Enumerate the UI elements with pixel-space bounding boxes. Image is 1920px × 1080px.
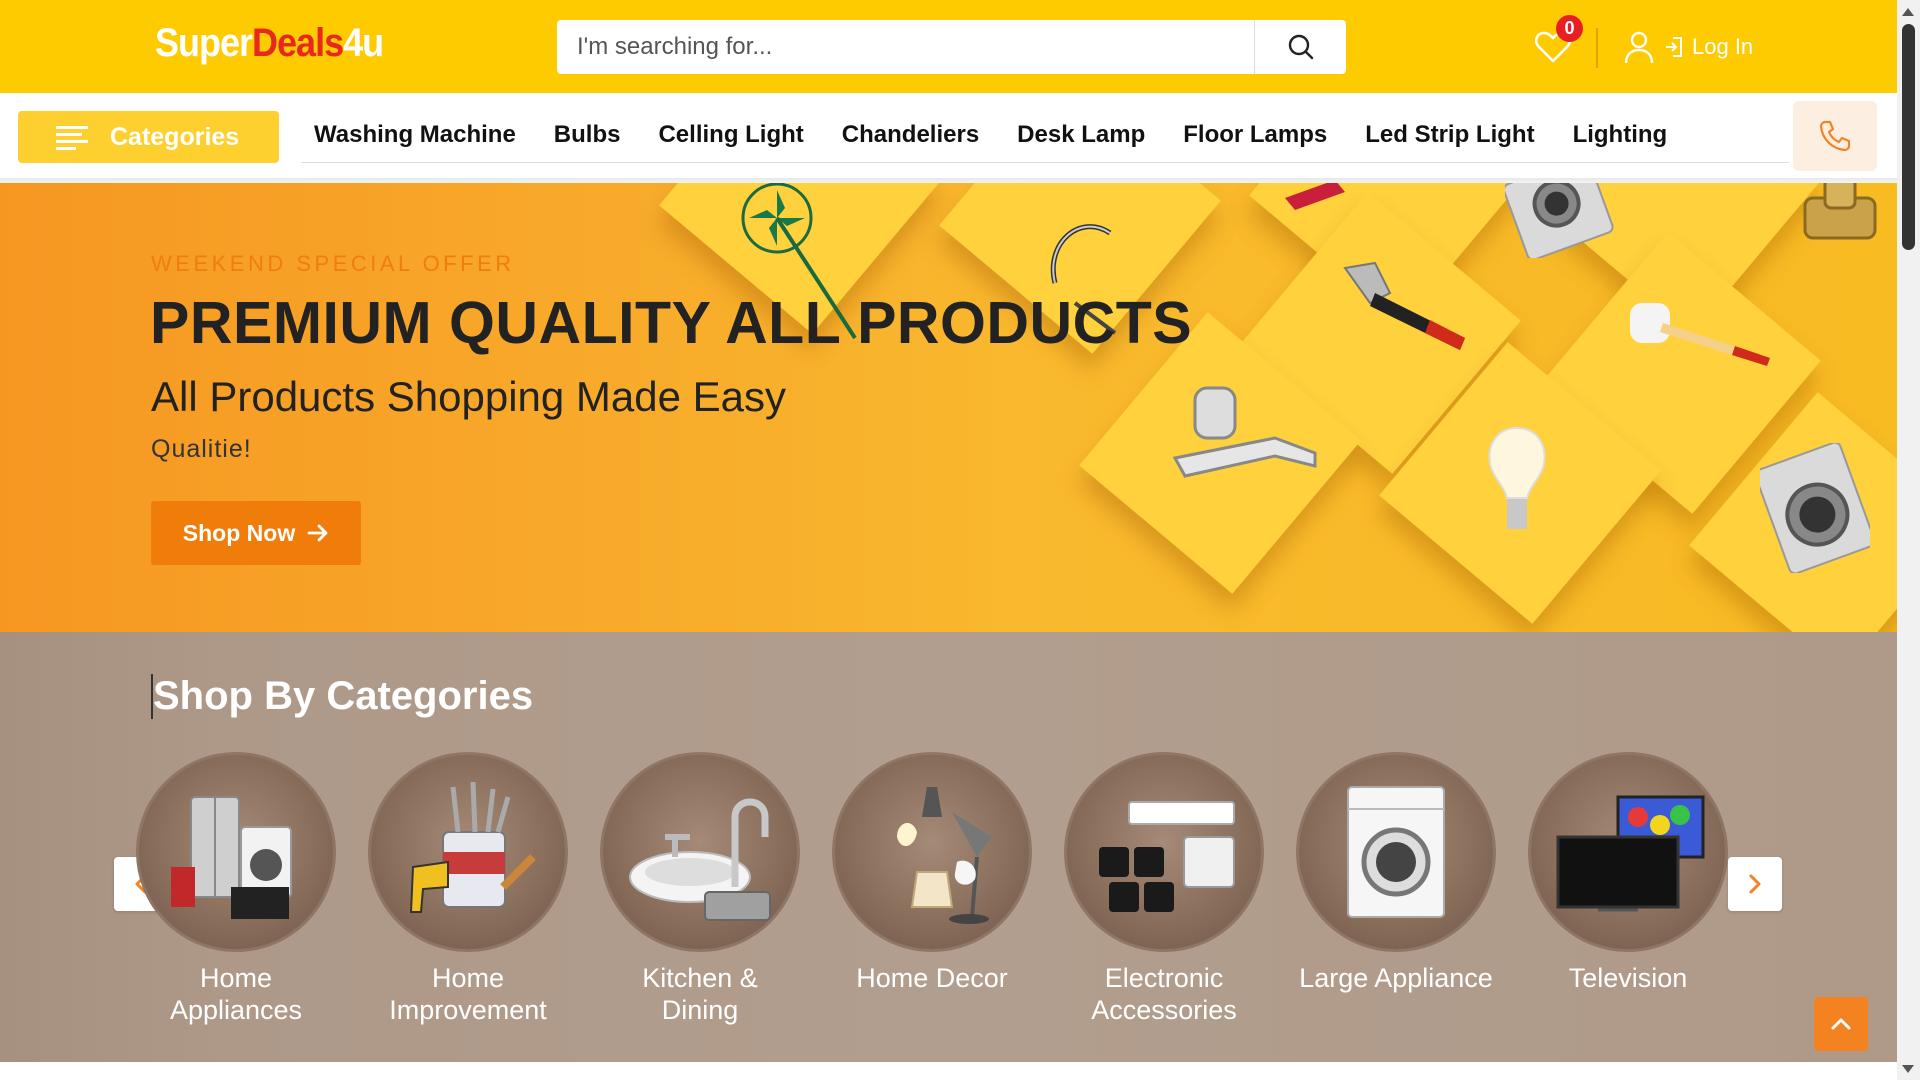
category-image bbox=[1064, 752, 1264, 952]
section-title: Shop By Categories bbox=[151, 674, 534, 719]
nav-link-bulbs[interactable]: Bulbs bbox=[541, 121, 645, 149]
category-large-appliance[interactable]: Large Appliance bbox=[1280, 752, 1512, 994]
category-label: Home Decor bbox=[816, 962, 1048, 994]
nav-link-washing-machine[interactable]: Washing Machine bbox=[301, 121, 540, 149]
washing-machine-icon bbox=[1505, 183, 1614, 258]
category-image bbox=[136, 752, 336, 952]
category-home-decor[interactable]: Home Decor bbox=[816, 752, 1048, 994]
site-logo[interactable]: Super Deals 4u bbox=[155, 18, 384, 69]
logo-part-4u: 4u bbox=[343, 19, 384, 65]
nav-links: Washing Machine Bulbs Celling Light Chan… bbox=[301, 107, 1789, 163]
category-label-line2: Improvement bbox=[389, 995, 547, 1025]
lamps-icon bbox=[897, 787, 992, 924]
category-label-line1: Electronic bbox=[1104, 963, 1224, 993]
phone-button[interactable] bbox=[1793, 101, 1877, 171]
scroll-to-top-button[interactable] bbox=[1814, 997, 1868, 1051]
category-label-line1: Kitchen & bbox=[642, 963, 758, 993]
category-label: Electronic Accessories bbox=[1048, 962, 1280, 1026]
category-label: Home Improvement bbox=[352, 962, 584, 1026]
search-bar bbox=[557, 20, 1346, 74]
top-header: SuperDeals4u 0 Log In bbox=[0, 0, 1897, 93]
search-input[interactable] bbox=[557, 20, 1254, 74]
user-icon bbox=[1624, 31, 1654, 64]
hero-banner: WEEKEND SPECIAL OFFER PREMIUM QUALITY AL… bbox=[0, 183, 1897, 632]
category-label-line2: Accessories bbox=[1091, 995, 1237, 1025]
nav-link-floor-lamps[interactable]: Floor Lamps bbox=[1170, 121, 1351, 149]
main-navigation: Categories Washing Machine Bulbs Celling… bbox=[0, 93, 1897, 181]
category-image bbox=[832, 752, 1032, 952]
shop-now-label: Shop Now bbox=[182, 519, 296, 546]
tools-paint-icon bbox=[409, 781, 536, 913]
lightbulb-icon bbox=[1488, 426, 1546, 529]
nav-link-desk-lamp[interactable]: Desk Lamp bbox=[1004, 121, 1169, 149]
category-electronic-accessories[interactable]: Electronic Accessories bbox=[1048, 752, 1280, 1026]
scroll-thumb[interactable] bbox=[1902, 24, 1915, 250]
power-strip-icon bbox=[1099, 801, 1235, 912]
sink-icon bbox=[629, 798, 771, 921]
category-label-line1: Large Appliance bbox=[1299, 963, 1493, 993]
hero-subtitle: All Products Shopping Made Easy bbox=[151, 373, 787, 420]
brass-fitting-icon bbox=[1803, 183, 1877, 240]
phone-icon bbox=[1819, 120, 1851, 152]
category-label-line1: Home bbox=[431, 963, 505, 993]
nav-link-celling-light[interactable]: Celling Light bbox=[645, 121, 827, 149]
shop-now-button[interactable]: Shop Now bbox=[151, 501, 361, 565]
scroll-down-arrow[interactable] bbox=[1902, 1065, 1914, 1073]
categories-label: Categories bbox=[110, 122, 240, 151]
category-image bbox=[1296, 752, 1496, 952]
hero-tagline: WEEKEND SPECIAL OFFER bbox=[151, 251, 515, 276]
category-label: Large Appliance bbox=[1280, 962, 1512, 994]
nav-link-chandeliers[interactable]: Chandeliers bbox=[829, 121, 1003, 149]
faucet-icon bbox=[1172, 386, 1317, 478]
logo-part-super: Super bbox=[155, 19, 253, 65]
category-image bbox=[368, 752, 568, 952]
category-home-improvement[interactable]: Home Improvement bbox=[352, 752, 584, 1026]
logo-part-deals: Deals bbox=[252, 19, 344, 65]
search-icon bbox=[1288, 34, 1313, 60]
shop-by-categories-section: Shop By Categories Home Appliances Home … bbox=[0, 632, 1897, 1062]
category-image bbox=[1528, 752, 1728, 952]
category-label-line1: Home Decor bbox=[856, 963, 1008, 993]
category-label-line2: Appliances bbox=[169, 995, 303, 1025]
scroll-up-arrow[interactable] bbox=[1902, 8, 1914, 16]
sign-in-icon bbox=[1666, 37, 1682, 57]
hero-small-text: Qualitie! bbox=[151, 435, 252, 463]
category-image bbox=[600, 752, 800, 952]
login-link[interactable]: Log In bbox=[1622, 27, 1753, 67]
carousel-next-button[interactable] bbox=[1728, 857, 1782, 911]
category-label: Television bbox=[1512, 962, 1744, 994]
category-television[interactable]: Television bbox=[1512, 752, 1744, 994]
washing-machine-icon bbox=[1760, 443, 1870, 573]
washing-machine-icon bbox=[1347, 786, 1445, 918]
search-button[interactable] bbox=[1254, 20, 1346, 74]
arrow-right-icon bbox=[307, 524, 328, 542]
category-kitchen-dining[interactable]: Kitchen & Dining bbox=[584, 752, 816, 1026]
menu-icon bbox=[56, 126, 88, 150]
login-label: Log In bbox=[1692, 34, 1754, 59]
category-label: Kitchen & Dining bbox=[584, 962, 816, 1026]
category-label-line1: Home bbox=[199, 963, 273, 993]
header-divider bbox=[1596, 28, 1598, 68]
chevron-right-icon bbox=[1749, 874, 1761, 894]
tool-icon bbox=[1285, 183, 1345, 210]
category-label-line2: Dining bbox=[661, 995, 739, 1025]
wishlist-count-badge: 0 bbox=[1556, 15, 1583, 42]
television-icon bbox=[1556, 795, 1705, 912]
nav-link-lighting[interactable]: Lighting bbox=[1560, 121, 1692, 149]
nav-link-led-strip-light[interactable]: Led Strip Light bbox=[1352, 121, 1558, 149]
page-scrollbar[interactable] bbox=[1897, 0, 1920, 1080]
category-label: Home Appliances bbox=[120, 962, 352, 1026]
hero-title: PREMIUM QUALITY ALL PRODUCTS bbox=[150, 290, 1193, 356]
mallet-icon bbox=[1630, 303, 1770, 366]
category-home-appliances[interactable]: Home Appliances bbox=[120, 752, 352, 1026]
chevron-up-icon bbox=[1831, 1018, 1851, 1030]
categories-menu-button[interactable]: Categories bbox=[18, 111, 279, 163]
hammer-icon bbox=[1343, 261, 1465, 350]
appliances-icon bbox=[171, 796, 292, 919]
page-bottom-strip bbox=[0, 1062, 1897, 1080]
category-label-line1: Television bbox=[1568, 963, 1688, 993]
